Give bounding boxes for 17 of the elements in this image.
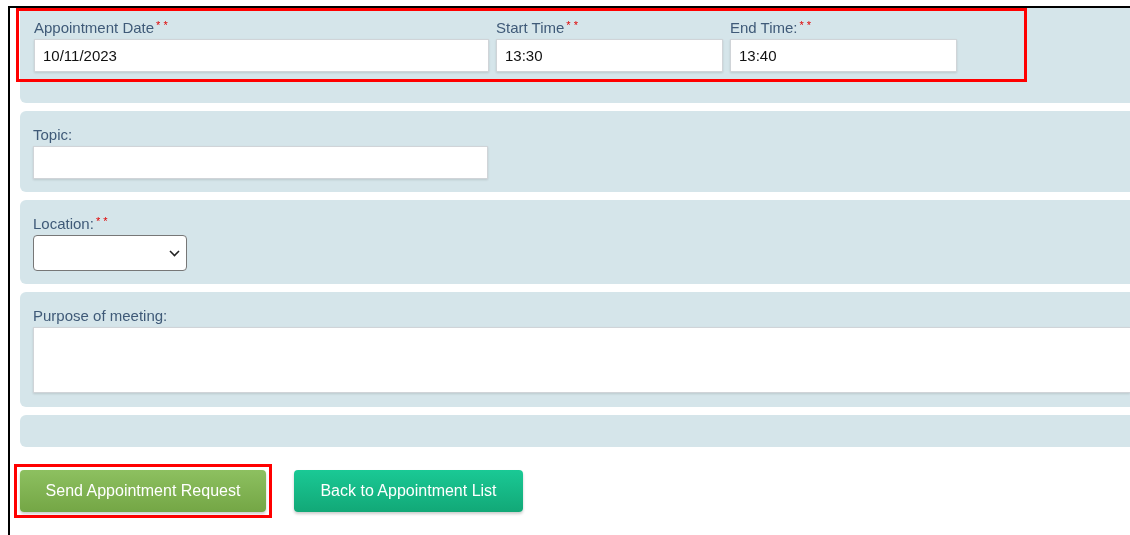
- input-field[interactable]: [33, 146, 488, 179]
- chevron-down-icon: [169, 249, 180, 257]
- field-label: Start Time: [496, 19, 565, 36]
- input-field[interactable]: 10/11/2023: [34, 39, 489, 72]
- required-mark: * *: [95, 215, 108, 227]
- input-field[interactable]: 13:30: [496, 39, 723, 72]
- input-field[interactable]: 13:40: [730, 39, 957, 72]
- field-label: Purpose of meeting:: [33, 307, 168, 324]
- field-label: Appointment Date: [34, 19, 155, 36]
- field-label: Topic:: [33, 126, 73, 143]
- required-mark: * *: [156, 19, 168, 31]
- required-mark: * *: [799, 19, 812, 31]
- text-area[interactable]: [33, 327, 1130, 393]
- required-mark: * *: [566, 19, 578, 31]
- dropdown[interactable]: [33, 235, 187, 271]
- field-label: Location:: [33, 215, 94, 232]
- field-label: End Time:: [730, 19, 798, 36]
